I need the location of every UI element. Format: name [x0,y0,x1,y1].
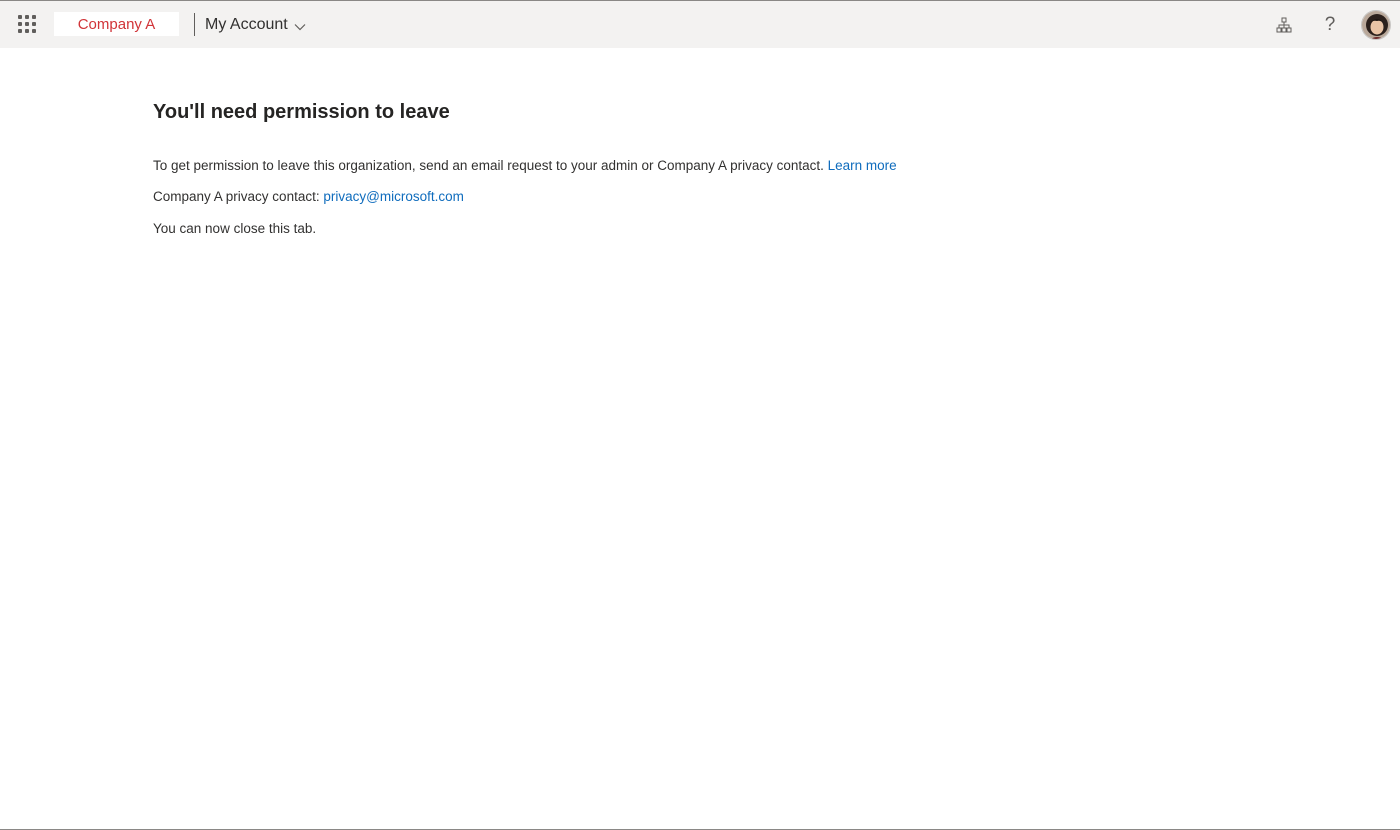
help-icon[interactable]: ? [1318,13,1342,37]
privacy-email-link[interactable]: privacy@microsoft.com [323,189,463,204]
main-content: You'll need permission to leave To get p… [153,98,1253,236]
waffle-icon[interactable] [17,14,37,34]
top-header-bar: Company A My Account ? [0,1,1400,48]
learn-more-link[interactable]: Learn more [828,158,897,173]
privacy-contact-label: Company A privacy contact: [153,189,320,204]
help-label: ? [1324,14,1336,35]
page-title: You'll need permission to leave [153,101,450,123]
org-chart-icon[interactable] [1272,13,1296,37]
chevron-down-icon [294,23,306,30]
avatar-image [1362,11,1390,39]
permission-instructions-text: To get permission to leave this organiza… [153,158,824,173]
privacy-contact-line: Company A privacy contact: privacy@micro… [153,187,464,207]
app-title-dropdown[interactable]: My Account [205,13,306,37]
company-logo[interactable]: Company A [54,12,179,36]
close-tab-message: You can now close this tab. [153,221,317,236]
app-title-label: My Account [205,16,288,33]
header-divider [194,13,195,36]
company-name: Company A [77,15,156,33]
user-avatar[interactable] [1361,10,1391,40]
permission-instructions: To get permission to leave this organiza… [153,156,897,176]
